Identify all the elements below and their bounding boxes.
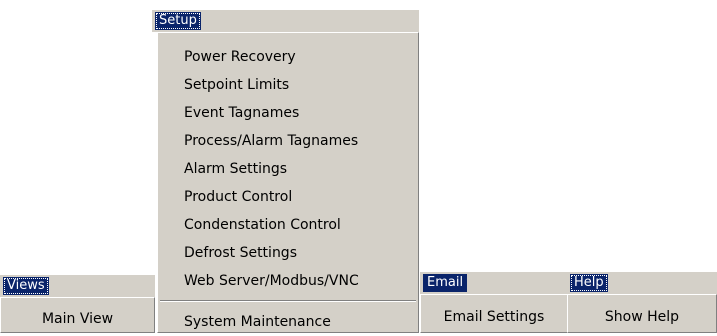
menu-item-main-view[interactable]: Main View [1, 305, 154, 333]
views-menubar: Views [0, 275, 155, 297]
menu-item-setpoint-limits[interactable]: Setpoint Limits [158, 71, 418, 99]
menu-item-event-tagnames[interactable]: Event Tagnames [158, 99, 418, 127]
email-menubar: Email [420, 272, 568, 294]
menu-item-email-settings[interactable]: Email Settings [421, 303, 567, 331]
menu-item-web-server-modbus-vnc[interactable]: Web Server/Modbus/VNC [158, 267, 418, 295]
setup-menu-title[interactable]: Setup [155, 12, 201, 30]
email-menu-title[interactable]: Email [423, 274, 468, 292]
setup-menu-panel: Power Recovery Setpoint Limits Event Tag… [157, 32, 419, 333]
menu-item-power-recovery[interactable]: Power Recovery [158, 43, 418, 71]
views-menu-panel: Main View [0, 297, 155, 333]
menu-item-process-alarm-tagnames[interactable]: Process/Alarm Tagnames [158, 127, 418, 155]
help-menu-panel: Show Help [567, 294, 717, 333]
views-menu-title[interactable]: Views [3, 277, 49, 295]
menu-item-defrost-settings[interactable]: Defrost Settings [158, 239, 418, 267]
setup-menubar: Setup [152, 10, 419, 32]
menu-separator [160, 300, 416, 302]
help-menu-title[interactable]: Help [570, 274, 608, 292]
menu-item-system-maintenance[interactable]: System Maintenance [158, 308, 418, 336]
help-menubar: Help [567, 272, 717, 294]
menu-item-condenstation-control[interactable]: Condenstation Control [158, 211, 418, 239]
email-menu-panel: Email Settings [420, 294, 568, 333]
menu-item-alarm-settings[interactable]: Alarm Settings [158, 155, 418, 183]
menu-item-product-control[interactable]: Product Control [158, 183, 418, 211]
menu-item-show-help[interactable]: Show Help [568, 303, 716, 331]
